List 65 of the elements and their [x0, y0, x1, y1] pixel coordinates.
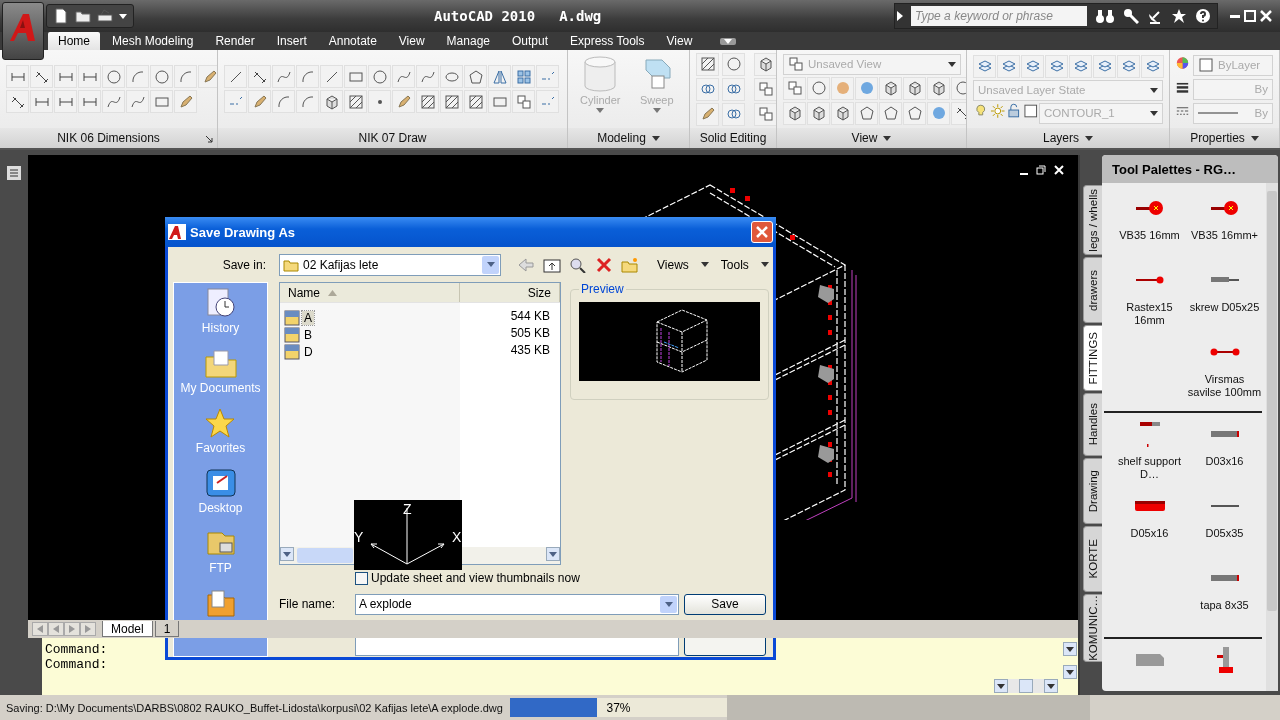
palette-tool[interactable]: VB35 16mm	[1112, 193, 1187, 255]
save-in-label: Save in:	[221, 257, 266, 272]
dialog-title: Save Drawing As	[190, 224, 295, 240]
palette-tool[interactable]: skrew D05x25	[1187, 265, 1262, 327]
ribbon-tab[interactable]: Express Tools	[560, 32, 655, 50]
window-title: AutoCAD 2010	[434, 8, 536, 24]
save-in-select[interactable]: 02 Kafijas lete	[279, 253, 501, 276]
ribbon-tab[interactable]: View	[656, 32, 703, 50]
file-name-field[interactable]: A explode	[355, 593, 679, 615]
ribbon-tab[interactable]: Render	[205, 32, 265, 50]
panel-title: Properties	[1190, 131, 1245, 145]
checkbox-label: Update sheet and view thumbnails now	[371, 571, 580, 585]
palette-title: Tool Palettes - RG…	[1102, 155, 1278, 183]
palette-tab[interactable]: FITTINGS	[1083, 325, 1102, 391]
palette-tab[interactable]: drawers	[1083, 257, 1102, 323]
axis-label: X	[452, 529, 462, 545]
layout-tab[interactable]: 1	[154, 621, 180, 637]
panel-title: Solid Editing	[699, 131, 767, 145]
axis-label: Y	[354, 529, 364, 545]
axis-label: Z	[403, 501, 412, 517]
column-header[interactable]: Size	[460, 283, 560, 302]
file-size: 544 KB	[509, 309, 550, 325]
palette-tool[interactable]: D05x35	[1187, 491, 1262, 553]
ribbon-tab[interactable]: View	[388, 32, 435, 50]
status-text: Saving: D:\My Documents\DARBS\0802 RAUKO_Buffet-Lidosta\korpusi\02 Kafijas lete\A explode.dwg	[5, 701, 504, 714]
ribbon-tab[interactable]: Annotate	[318, 32, 387, 50]
file-size: 435 KB	[509, 343, 550, 359]
panel-title: NIK 06 Dimensions	[57, 131, 160, 145]
file-size: 505 KB	[509, 326, 550, 342]
document-name: A.dwg	[559, 8, 602, 24]
panel-title: View	[851, 131, 878, 145]
panel-title: NIK 07 Draw	[358, 131, 427, 145]
progress-reading: 37%	[606, 700, 631, 715]
ribbon-tab[interactable]: Output	[502, 32, 558, 50]
dialog-menu-button[interactable]: Tools	[716, 257, 773, 272]
palette-tab[interactable]: KOMUNIC…	[1083, 594, 1102, 662]
palette-tool[interactable]: shelf support D…	[1112, 419, 1187, 481]
file-name[interactable]: A	[302, 310, 314, 325]
palette-tab[interactable]: KORTE	[1083, 526, 1102, 592]
palette-tool[interactable]: D05x16	[1112, 491, 1187, 553]
ribbon-tab[interactable]: Manage	[436, 32, 500, 50]
command-line: Command:	[45, 657, 108, 672]
palette-tab[interactable]: Handles	[1083, 393, 1102, 456]
save-button[interactable]: Save	[684, 593, 766, 615]
ribbon-tab[interactable]: Home	[48, 32, 100, 50]
panel-title: Layers	[1043, 131, 1079, 145]
file-name-label: File name:	[279, 597, 337, 611]
palette-tool[interactable]: tapa 8x35	[1187, 563, 1262, 625]
file-name[interactable]: D	[302, 344, 315, 359]
ribbon-tab[interactable]: Mesh Modeling	[102, 32, 204, 50]
panel-title: Modeling	[597, 131, 646, 145]
search-field[interactable]: Type a keyword or phrase	[911, 6, 1087, 26]
palette-tab[interactable]: legs / whells	[1083, 185, 1102, 255]
palette-tool[interactable]: VB35 16mm+	[1187, 193, 1262, 255]
palette-tool[interactable]: Virsmas savilse 100mm	[1187, 337, 1262, 399]
palette-tool[interactable]: Rastex15 16mm	[1112, 265, 1187, 327]
layout-tab[interactable]: Model	[102, 621, 153, 637]
palette-tab[interactable]: Drawing	[1083, 458, 1102, 524]
command-line: Command:	[45, 642, 108, 657]
file-name[interactable]: B	[302, 327, 314, 342]
column-header[interactable]: Name	[280, 283, 460, 302]
preview-label: Preview	[580, 282, 625, 296]
dialog-menu-button[interactable]: Views	[653, 257, 713, 272]
palette-tool[interactable]: D03x16	[1187, 419, 1262, 481]
ribbon-tab[interactable]: Insert	[266, 32, 317, 50]
